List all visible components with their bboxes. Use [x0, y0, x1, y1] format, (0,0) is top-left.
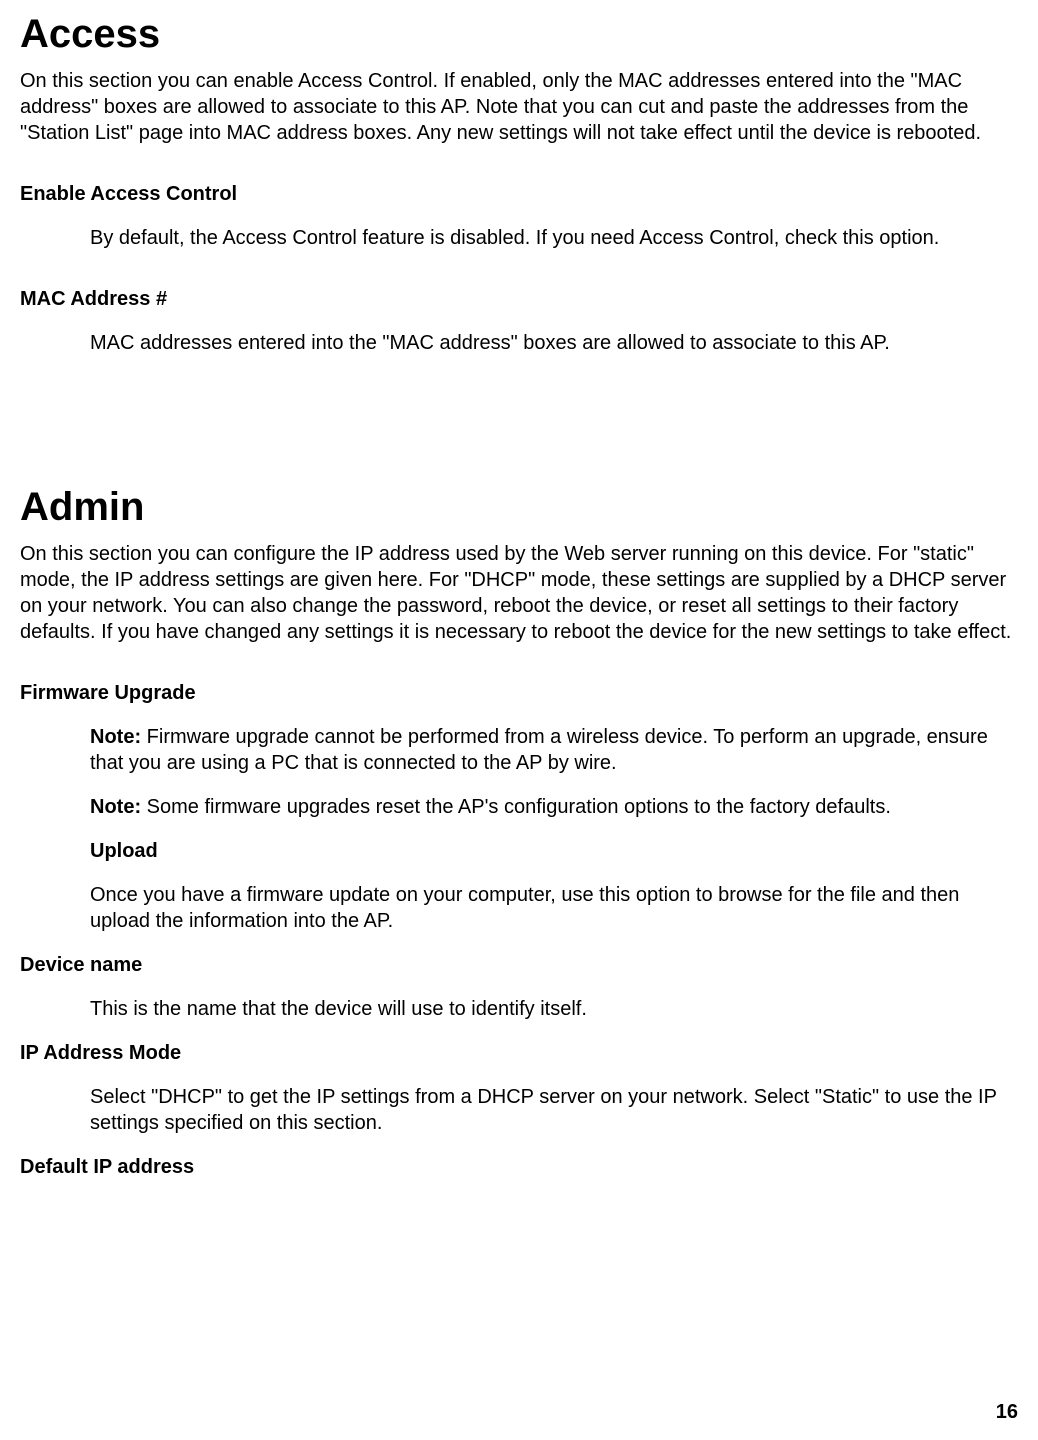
- admin-heading: Admin: [20, 481, 1018, 533]
- firmware-note-2: Note: Some firmware upgrades reset the A…: [90, 794, 1018, 820]
- mac-address-desc: MAC addresses entered into the "MAC addr…: [90, 330, 1018, 356]
- device-name-label: Device name: [20, 952, 1018, 978]
- access-heading: Access: [20, 8, 1018, 60]
- enable-access-control-label: Enable Access Control: [20, 181, 1018, 207]
- ip-address-mode-label: IP Address Mode: [20, 1040, 1018, 1066]
- admin-intro: On this section you can configure the IP…: [20, 541, 1018, 645]
- firmware-upgrade-label: Firmware Upgrade: [20, 680, 1018, 706]
- note-prefix-2: Note:: [90, 796, 141, 818]
- upload-label: Upload: [90, 838, 1018, 864]
- firmware-note-1: Note: Firmware upgrade cannot be perform…: [90, 724, 1018, 776]
- access-intro: On this section you can enable Access Co…: [20, 68, 1018, 146]
- enable-access-control-desc: By default, the Access Control feature i…: [90, 225, 1018, 251]
- firmware-note-1-text: Firmware upgrade cannot be performed fro…: [90, 726, 988, 774]
- ip-address-mode-desc: Select "DHCP" to get the IP settings fro…: [90, 1084, 1018, 1136]
- firmware-note-2-text: Some firmware upgrades reset the AP's co…: [141, 796, 891, 818]
- mac-address-label: MAC Address #: [20, 286, 1018, 312]
- note-prefix-1: Note:: [90, 726, 141, 748]
- device-name-desc: This is the name that the device will us…: [90, 996, 1018, 1022]
- default-ip-address-label: Default IP address: [20, 1154, 1018, 1180]
- page-number: 16: [996, 1399, 1018, 1425]
- upload-desc: Once you have a firmware update on your …: [90, 882, 1018, 934]
